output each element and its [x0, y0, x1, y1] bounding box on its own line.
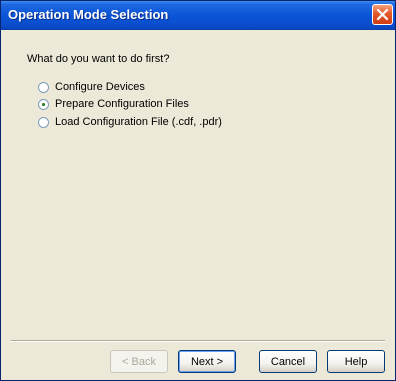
radio-button-selected[interactable]: [38, 98, 49, 110]
dialog-window: Operation Mode Selection What do you wan…: [0, 0, 396, 381]
dialog-content: What do you want to do first? Configure …: [1, 30, 395, 380]
option-label: Configure Devices: [55, 81, 145, 93]
radio-button[interactable]: [38, 81, 49, 93]
option-configure-devices[interactable]: Configure Devices: [38, 79, 145, 95]
prompt-text: What do you want to do first?: [27, 53, 170, 65]
separator: [11, 340, 385, 342]
help-button[interactable]: Help: [327, 350, 385, 373]
option-label: Prepare Configuration Files: [55, 98, 189, 110]
window-title: Operation Mode Selection: [8, 7, 169, 22]
close-icon: [376, 8, 389, 21]
next-button[interactable]: Next >: [178, 350, 236, 373]
title-bar[interactable]: Operation Mode Selection: [1, 1, 395, 30]
cancel-button[interactable]: Cancel: [259, 350, 317, 373]
option-label: Load Configuration File (.cdf, .pdr): [55, 116, 222, 128]
option-load-configuration-file[interactable]: Load Configuration File (.cdf, .pdr): [38, 114, 222, 130]
radio-button[interactable]: [38, 116, 49, 128]
back-button[interactable]: < Back: [110, 350, 168, 373]
close-button[interactable]: [372, 4, 393, 25]
option-prepare-configuration-files[interactable]: Prepare Configuration Files: [38, 96, 189, 112]
